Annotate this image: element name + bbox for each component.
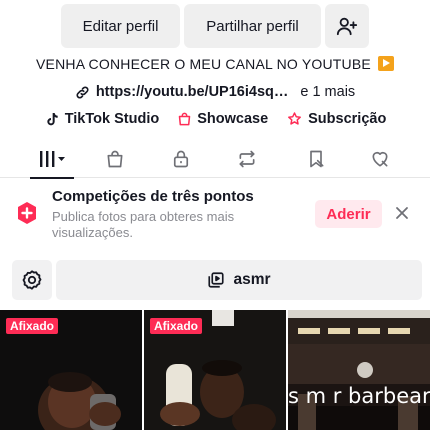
share-profile-button[interactable]: Partilhar perfil [184,4,321,48]
video-still [288,310,430,430]
join-button[interactable]: Aderir [315,200,382,228]
challenge-icon [18,202,36,224]
shopping-bag-icon [178,112,191,126]
tiktok-logo-icon [47,113,58,126]
promo-banner: Competições de três pontos Publica fotos… [0,184,430,250]
tab-reposts[interactable] [223,140,271,178]
play-button-icon [378,56,394,71]
heart-icon [372,151,388,167]
repost-icon [239,150,255,168]
person-plus-icon [336,17,358,36]
pinned-badge: Afixado [6,318,59,334]
subscription-link[interactable]: Subscrição [286,111,386,127]
playlist-label: asmr [233,271,271,288]
video-overlay-text: s m r barbearia [288,384,430,408]
close-icon[interactable] [393,204,411,222]
playlist-filter[interactable]: asmr [56,260,422,300]
bookmark-icon [310,150,324,168]
tab-private[interactable] [157,140,205,178]
profile-actions: Editar perfil Partilhar perfil [0,4,430,48]
showcase-label: Showcase [197,111,269,127]
bio-link-text[interactable]: https://youtu.be/UP16i4sq… [96,84,289,100]
promo-subtitle: Publica fotos para obteres mais visualiz… [52,209,235,240]
pinned-badge: Afixado [150,318,203,334]
settings-button[interactable] [12,260,52,300]
profile-bio: VENHA CONHECER O MEU CANAL NO YOUTUBE [0,56,430,72]
link-icon [76,86,89,98]
showcase-link[interactable]: Showcase [177,111,268,127]
profile-badges: TikTok Studio Showcase Subscrição [0,108,430,130]
tab-shop[interactable] [91,140,139,178]
edit-profile-button[interactable]: Editar perfil [61,4,180,48]
filter-row: asmr [0,260,430,302]
tiktok-studio-link[interactable]: TikTok Studio [44,111,160,127]
gear-icon [22,270,42,290]
promo-title: Competições de três pontos [52,188,254,205]
tab-videos[interactable] [28,140,76,179]
video-grid: Afixado Afixado s m r barbear [0,310,430,430]
video-thumbnail[interactable]: s m r barbearia [288,310,430,430]
subscription-label: Subscrição [308,111,387,127]
lock-icon [173,150,189,168]
star-sparkle-icon [288,112,302,125]
profile-tabs [0,140,430,179]
add-friend-button[interactable] [325,4,369,48]
bag-icon [107,150,123,168]
grid-icon [40,151,65,167]
bio-link-more[interactable]: e 1 mais [300,84,355,100]
tab-favorites[interactable] [292,140,340,178]
tab-liked[interactable] [356,140,404,178]
tiktok-studio-label: TikTok Studio [64,111,160,127]
bio-link[interactable]: https://youtu.be/UP16i4sq… e 1 mais [0,82,430,102]
playlist-icon [208,272,225,288]
video-thumbnail[interactable]: Afixado [144,310,286,430]
bio-text: VENHA CONHECER O MEU CANAL NO YOUTUBE [36,56,371,72]
video-thumbnail[interactable]: Afixado [0,310,142,430]
